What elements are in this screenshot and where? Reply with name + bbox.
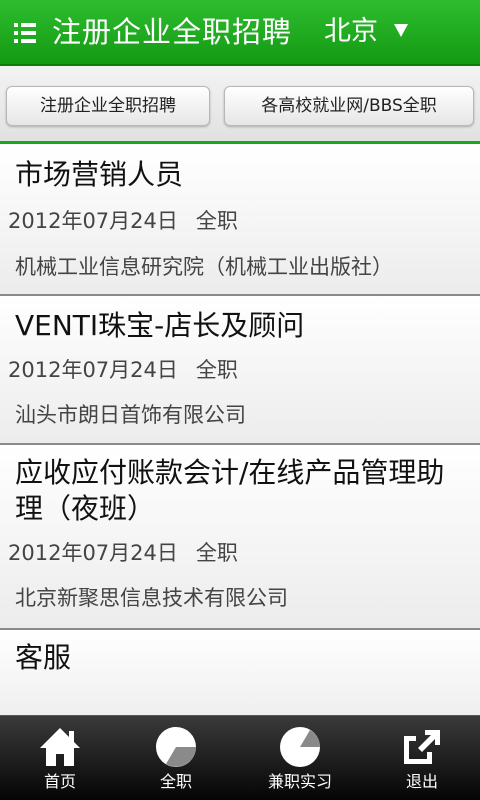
page-title: 注册企业全职招聘 xyxy=(52,15,293,49)
nav-exit-label: 退出 xyxy=(405,772,438,791)
job-list: 市场营销人员 2012年07月24日 全职 机械工业信息研究院（机械工业出版社） … xyxy=(0,147,480,715)
nav-fulltime-label: 全职 xyxy=(159,772,192,791)
tab-university-bbs[interactable]: 各高校就业网/BBS全职 xyxy=(224,86,474,126)
nav-parttime[interactable]: 兼职实习 xyxy=(240,716,360,800)
job-title: 应收应付账款会计/在线产品管理助理（夜班） xyxy=(15,456,445,525)
list-item[interactable]: 市场营销人员 2012年07月24日 全职 机械工业信息研究院（机械工业出版社） xyxy=(0,147,480,296)
job-date: 2012年07月24日 xyxy=(8,209,178,233)
pie-icon xyxy=(156,727,196,767)
job-meta: 2012年07月24日 全职 xyxy=(8,538,238,568)
job-type: 全职 xyxy=(195,541,238,565)
nav-home[interactable]: 首页 xyxy=(0,716,120,800)
nav-home-label: 首页 xyxy=(43,772,76,791)
list-item[interactable]: 应收应付账款会计/在线产品管理助理（夜班） 2012年07月24日 全职 北京新聚… xyxy=(0,445,480,630)
job-company: 汕头市朗日首饰有限公司 xyxy=(15,403,246,427)
job-date: 2012年07月24日 xyxy=(8,541,178,565)
bottom-nav: 首页 全职 兼职实习 退出 xyxy=(0,715,480,800)
exit-icon xyxy=(404,730,440,764)
job-date: 2012年07月24日 xyxy=(8,358,178,382)
tab-registered-enterprise[interactable]: 注册企业全职招聘 xyxy=(6,86,210,126)
nav-parttime-label: 兼职实习 xyxy=(267,772,332,791)
app-header: 注册企业全职招聘 北京 xyxy=(0,0,480,66)
job-company: 机械工业信息研究院（机械工业出版社） xyxy=(15,255,393,279)
city-selector[interactable]: 北京 xyxy=(324,12,378,52)
job-company: 北京新聚思信息技术有限公司 xyxy=(15,586,288,610)
home-icon xyxy=(40,728,80,766)
nav-exit[interactable]: 退出 xyxy=(362,716,480,800)
dropdown-arrow-icon[interactable] xyxy=(394,24,408,37)
job-title: 客服 xyxy=(15,641,72,674)
job-meta: 2012年07月24日 全职 xyxy=(8,355,238,385)
nav-fulltime[interactable]: 全职 xyxy=(116,716,236,800)
category-tabs: 注册企业全职招聘 各高校就业网/BBS全职 xyxy=(0,66,480,144)
job-type: 全职 xyxy=(195,358,238,382)
job-meta: 2012年07月24日 全职 xyxy=(8,206,238,236)
list-item[interactable]: 客服 xyxy=(0,630,480,715)
job-title: VENTI珠宝-店长及顾问 xyxy=(15,309,305,342)
pie-icon xyxy=(280,727,320,767)
job-title: 市场营销人员 xyxy=(15,158,184,191)
list-menu-icon[interactable] xyxy=(14,22,36,44)
job-type: 全职 xyxy=(195,209,238,233)
list-item[interactable]: VENTI珠宝-店长及顾问 2012年07月24日 全职 汕头市朗日首饰有限公司 xyxy=(0,296,480,445)
